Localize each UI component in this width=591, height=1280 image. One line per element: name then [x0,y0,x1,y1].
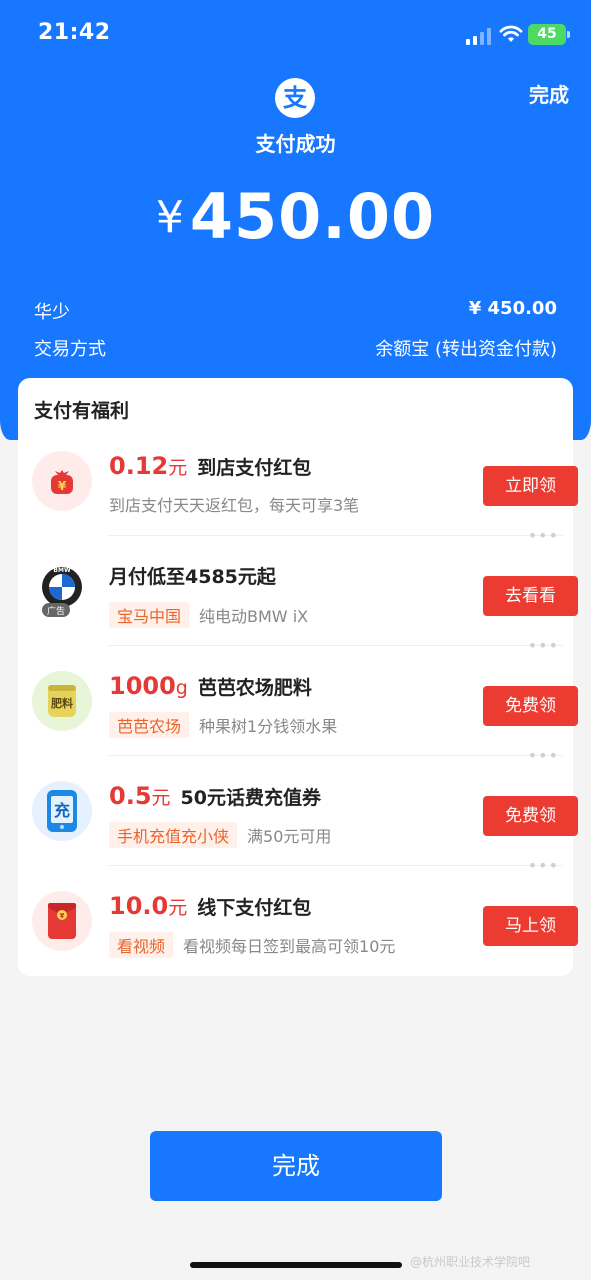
payment-header: 21:42 45 完成 支 支付成功 ¥450.00 华少 ¥ 450.00 交… [0,0,591,440]
benefits-title: 支付有福利 [34,400,130,422]
benefit-headline: 50元话费充值券 [180,787,321,809]
status-bar: 21:42 45 [0,0,591,70]
benefit-headline: 月付低至4585元起 [109,566,276,588]
benefit-amount: 0.5元 [109,782,171,810]
cellular-signal-icon [466,27,492,45]
benefit-headline: 线下支付红包 [197,897,312,919]
amount-value: 450.00 [189,180,436,253]
claim-now-button[interactable]: 马上领 [483,906,578,946]
done-button[interactable]: 完成 [150,1131,442,1201]
benefit-description: 纯电动BMW iX [199,607,309,626]
claim-now-button[interactable]: 立即领 [483,466,578,506]
svg-text:¥: ¥ [58,479,67,493]
benefit-description: 种果树1分钱领水果 [199,717,338,736]
svg-text:充: 充 [54,801,70,820]
benefit-item[interactable]: ••• BMW 广告 月付低至4585元起 宝马中国 纯电动BMW iX 去看看 [18,526,578,646]
benefit-amount: 0.12元 [109,452,188,480]
more-options-icon[interactable]: ••• [528,526,559,545]
benefit-tag: 看视频 [109,932,174,958]
top-done-button[interactable]: 完成 [529,79,569,108]
more-options-icon[interactable]: ••• [528,636,559,655]
more-options-icon[interactable]: ••• [528,746,559,765]
benefit-item[interactable]: ••• ¥ 10.0元 线下支付红包 看视频 看视频每日签到最高可领10元 马上领 [18,856,578,976]
svg-text:广告: 广告 [47,605,65,617]
benefit-description: 看视频每日签到最高可领10元 [183,937,396,956]
benefit-tag: 宝马中国 [109,602,190,628]
benefit-item[interactable]: ••• 肥料 1000g 芭芭农场肥料 芭芭农场 种果树1分钱领水果 免费领 [18,636,578,756]
payment-method-label: 交易方式 [34,339,106,360]
benefit-amount: 10.0元 [109,892,188,920]
watermark: @杭州职业技术学院吧 [410,1255,531,1269]
wifi-icon [499,25,523,42]
benefit-item[interactable]: ¥ 0.12元 到店支付红包 到店支付天天返红包，每天可享3笔 立即领 [18,426,578,536]
payment-method-value: 余额宝 (转出资金付款) [375,339,557,360]
home-indicator[interactable] [190,1262,402,1268]
benefit-item[interactable]: ••• 充 0.5元 50元话费充值券 手机充值充小侠 满50元可用 免费领 [18,746,578,866]
red-envelope-icon: ¥ [32,891,92,951]
free-claim-button[interactable]: 免费领 [483,796,578,836]
payee-amount: ¥ 450.00 [468,298,557,319]
benefit-headline: 芭芭农场肥料 [197,677,312,699]
svg-text:¥: ¥ [60,912,65,920]
benefit-description: 满50元可用 [247,827,332,846]
benefit-description: 到店支付天天返红包，每天可享3笔 [109,496,360,515]
benefits-card: 支付有福利 ¥ 0.12元 到店支付红包 到店支付天天返红包，每天可享3笔 立即领… [18,378,578,976]
free-claim-button[interactable]: 免费领 [483,686,578,726]
alipay-logo-icon: 支 [275,78,315,118]
svg-text:BMW: BMW [53,567,71,574]
bmw-logo-icon: BMW 广告 [32,561,92,621]
payment-success-title: 支付成功 [255,132,336,156]
currency-symbol: ¥ [155,192,184,243]
money-bag-icon: ¥ [32,451,92,511]
benefit-tag: 芭芭农场 [109,712,190,738]
fertilizer-bag-icon: 肥料 [32,671,92,731]
view-button[interactable]: 去看看 [483,576,578,616]
phone-recharge-icon: 充 [32,781,92,841]
benefit-headline: 到店支付红包 [197,457,312,479]
svg-text:肥料: 肥料 [51,696,73,710]
payment-amount: ¥450.00 [0,180,591,253]
benefit-amount: 1000g [109,672,188,700]
battery-indicator: 45 [528,24,570,45]
status-time: 21:42 [38,20,111,45]
benefit-tag: 手机充值充小侠 [109,822,238,848]
more-options-icon[interactable]: ••• [528,856,559,875]
payee-label: 华少 [34,302,70,323]
